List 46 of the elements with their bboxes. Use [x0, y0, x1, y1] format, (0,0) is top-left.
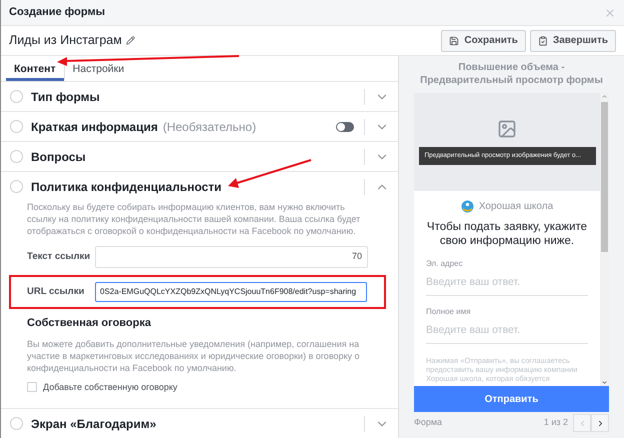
action-button[interactable]: Сохранить — [441, 30, 526, 52]
footer-label: Форма — [414, 416, 442, 430]
character-counter: 70 — [352, 250, 362, 264]
toggle-switch[interactable] — [336, 122, 354, 132]
section-title[interactable]: Политика конфиденциальности — [31, 178, 222, 196]
form-name: Лиды из Инстаграм — [9, 32, 122, 50]
clipboard-icon — [538, 36, 548, 46]
preview-input-field[interactable]: Введите ваш ответ. — [426, 275, 588, 296]
scroll-up-icon[interactable] — [601, 93, 608, 100]
radio-icon — [10, 180, 23, 193]
next-button[interactable] — [591, 414, 609, 432]
preview-field-label: Полное имя — [426, 306, 472, 318]
field-label: URL ссылки — [27, 286, 86, 298]
field-label: Текст ссылки — [27, 251, 89, 263]
scrollbar[interactable] — [600, 93, 609, 386]
preview-input-field[interactable]: Введите ваш ответ. — [426, 322, 588, 344]
preview-field-label: Эл. адрес — [426, 258, 464, 270]
radio-icon — [10, 417, 23, 430]
preview-title: Повышение объема - Предварительный просмотр формы — [419, 61, 604, 87]
section-title[interactable]: Краткая информация — [31, 118, 158, 136]
text-field[interactable]: 70 — [95, 246, 368, 268]
scroll-down-icon[interactable] — [601, 379, 608, 386]
section-title[interactable]: Экран «Благодарим» — [31, 414, 156, 432]
section-title[interactable]: Тип формы — [31, 88, 100, 106]
submit-button[interactable]: Отправить — [414, 386, 609, 412]
subsection-description: Вы можете добавить дополнительные уведомления (например, соглашения на участие в маркетинговых исследованиях и юридические оговорки) в оговорку о конфиденциальности на Facebook по умолчанию. — [27, 338, 361, 374]
form-heading: Чтобы подать заявку, укажите свою информацию ниже. — [426, 220, 588, 248]
logo-icon — [460, 200, 474, 213]
company-name: Хорошая школа — [478, 200, 554, 214]
section-description: Поскольку вы будете собирать информацию клиентов, вам нужно включить ссылку на политику конфиденциальности вашей компании. Ваша ссылка будет отображаться с оговоркой о конфиденциальности на Facebook по умолчанию. — [27, 201, 362, 237]
checkbox[interactable] — [27, 382, 37, 392]
pencil-icon[interactable] — [126, 36, 135, 45]
close-icon[interactable] — [604, 6, 616, 18]
image-icon — [497, 119, 517, 140]
dialog-title: Создание формы — [9, 5, 105, 20]
save-icon — [449, 36, 460, 46]
page-indicator: 1 из 2 — [544, 416, 568, 430]
radio-icon — [10, 150, 23, 163]
checkbox-label: Добавьте собственную оговорку — [43, 380, 178, 394]
radio-icon — [10, 120, 23, 133]
subsection-title: Собственная оговорка — [27, 316, 152, 331]
optional-label: (Необязательно) — [162, 118, 256, 136]
radio-icon — [10, 90, 23, 103]
action-button[interactable]: Завершить — [530, 30, 616, 52]
section-title[interactable]: Вопросы — [31, 148, 86, 166]
url-field[interactable]: 0S2a-EMGuQQLcYXZQb9ZxQNLyqYCSjouuTn6F908/edit?usp=sharing — [95, 282, 367, 302]
